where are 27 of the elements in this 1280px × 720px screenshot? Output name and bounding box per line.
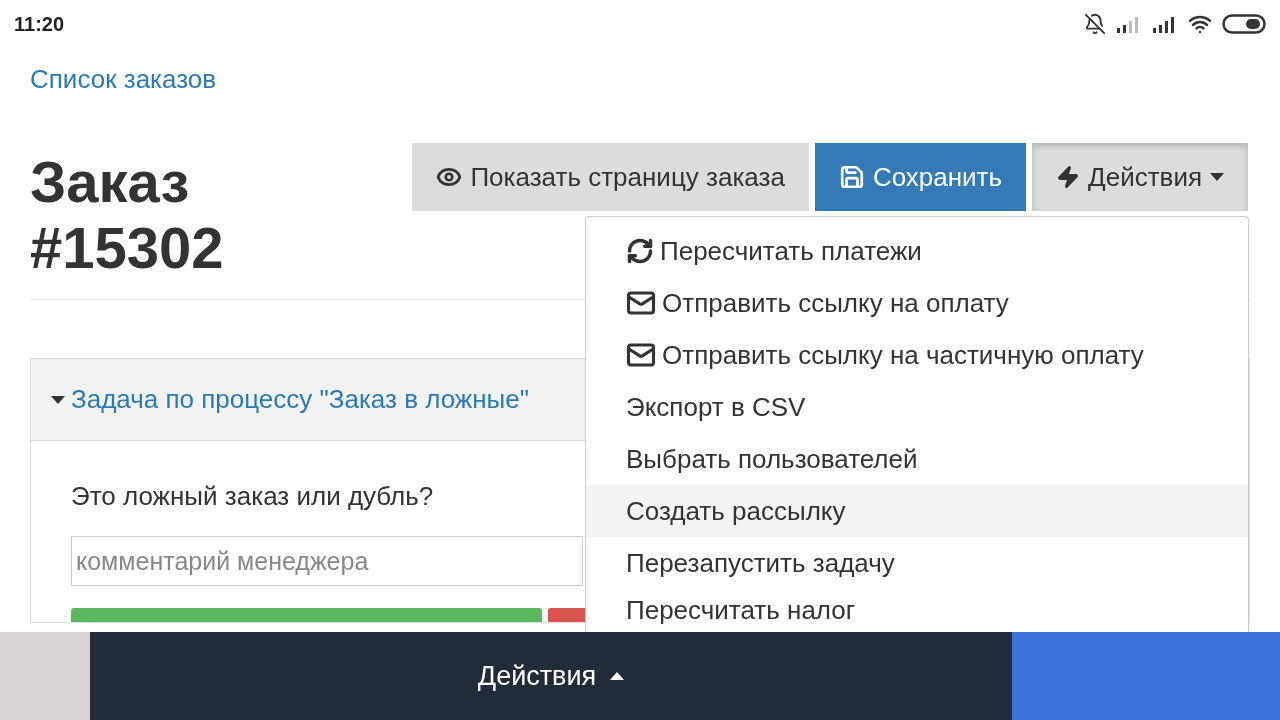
menu-item[interactable]: Пересчитать налог <box>586 589 1248 632</box>
actions-dropdown-button[interactable]: Действия <box>1032 143 1248 211</box>
actions-bar-button[interactable]: Действия <box>90 632 1012 720</box>
menu-item[interactable]: Пересчитать платежи <box>586 225 1248 277</box>
page-title: Заказ #15302 <box>30 149 224 281</box>
refresh-icon <box>626 237 654 265</box>
caret-icon <box>1210 173 1224 181</box>
bell-off-icon <box>1084 13 1106 35</box>
menu-item[interactable]: Отправить ссылку на частичную оплату <box>586 329 1248 381</box>
view-page-button[interactable]: Показать страницу заказа <box>412 143 809 211</box>
menu-item[interactable]: Экспорт в CSV <box>586 381 1248 433</box>
question-text: Это ложный заказ или дубль? <box>71 481 434 512</box>
caret-icon <box>610 672 625 680</box>
menu-item[interactable]: Выбрать пользователей <box>586 433 1248 485</box>
lightning-icon <box>1056 165 1081 189</box>
menu-item[interactable]: Отправить ссылку на оплату <box>586 277 1248 329</box>
confirm-button[interactable] <box>71 608 542 622</box>
save-button[interactable]: Сохранить <box>814 143 1027 211</box>
envelope-icon <box>626 288 656 318</box>
comment-input[interactable]: комментарий менеджера <box>71 536 583 586</box>
menu-item[interactable]: Создать рассылку <box>586 485 1248 537</box>
menu-item[interactable]: Перезапустить задачу <box>586 537 1248 589</box>
battery-icon <box>1222 14 1266 34</box>
envelope-icon <box>626 340 656 370</box>
status-time: 11:20 <box>14 12 65 36</box>
task-link[interactable]: Задача по процессу "Заказ в ложные" <box>71 384 529 415</box>
breadcrumb-link[interactable]: Список заказов <box>30 64 217 95</box>
